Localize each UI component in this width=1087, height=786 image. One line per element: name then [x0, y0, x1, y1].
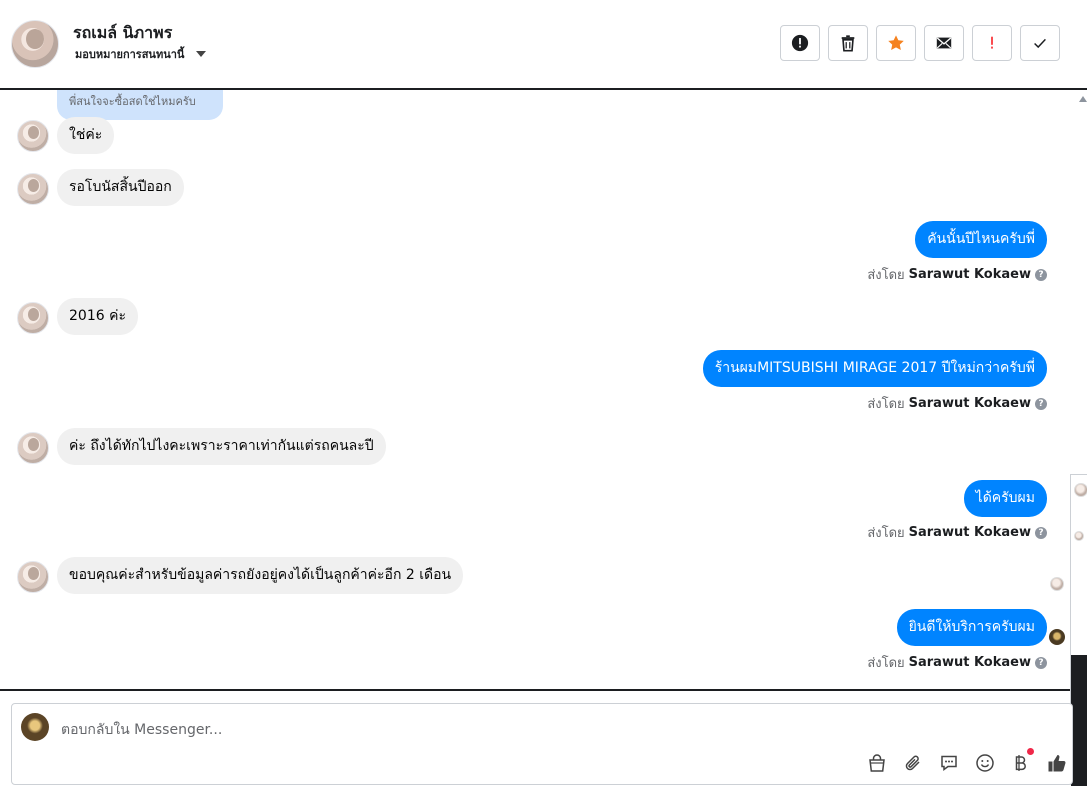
sender-name: Sarawut Kokaew	[908, 396, 1031, 411]
sent-by-prefix: ส่งโดย	[867, 268, 905, 283]
sender-avatar	[17, 120, 49, 152]
incoming-message: รอโบนัสสิ้นปีออก	[57, 169, 184, 206]
sender-avatar	[17, 173, 49, 205]
sent-by-line: ส่งโดย Sarawut Kokaew ?	[867, 652, 1047, 673]
trash-icon	[841, 35, 855, 52]
sender-avatar	[17, 561, 49, 593]
peek-avatar	[1074, 483, 1087, 497]
message-thread[interactable]: พี่สนใจจะซื้อสดใช่ไหมครับ ใช่ค่ะ รอโบนัส…	[0, 88, 1087, 691]
emoji-icon	[976, 754, 994, 772]
header-actions	[780, 25, 1060, 61]
seen-avatar	[1050, 577, 1064, 591]
baht-icon	[1015, 755, 1026, 771]
chat-bubble-icon	[941, 755, 957, 771]
saved-replies-button[interactable]	[938, 752, 960, 774]
help-icon[interactable]: ?	[1035, 397, 1047, 410]
composer-tools	[866, 748, 1068, 774]
paperclip-icon	[905, 755, 920, 771]
sent-by-prefix: ส่งโดย	[867, 397, 905, 412]
outgoing-message: ยินดีให้บริการครับผม	[896, 609, 1047, 646]
outgoing-message: ได้ครับผม	[963, 480, 1047, 517]
mail-icon	[936, 37, 952, 49]
shop-icon	[869, 754, 885, 772]
help-icon[interactable]: ?	[1035, 268, 1047, 281]
outgoing-message: ร้านผมMITSUBISHI MIRAGE 2017 ปีใหม่กว่าค…	[702, 350, 1047, 387]
star-button[interactable]	[876, 25, 916, 61]
important-icon	[991, 36, 993, 49]
reply-input[interactable]: ตอบกลับใน Messenger...	[61, 719, 222, 741]
incoming-message: ค่ะ ถึงได้ทักไปไงคะเพราะราคาเท่ากันแต่รถ…	[57, 428, 386, 465]
incoming-message: ขอบคุณค่ะสำหรับข้อมูลค่ารถยังอยู่คงได้เป…	[57, 557, 464, 594]
contact-name[interactable]: รถเมล์ นิภาพร	[73, 21, 172, 46]
notification-dot	[1027, 748, 1034, 755]
star-icon	[888, 35, 904, 51]
important-button[interactable]	[972, 25, 1012, 61]
assign-dropdown[interactable]: มอบหมายการสนทนานี้	[75, 45, 207, 63]
like-button[interactable]	[1046, 752, 1068, 774]
incoming-message: 2016 ค่ะ	[57, 298, 138, 335]
outgoing-message: คันนั้นปีไหนครับพี่	[915, 221, 1047, 258]
sender-name: Sarawut Kokaew	[908, 655, 1031, 670]
sent-by-prefix: ส่งโดย	[867, 526, 905, 541]
read-receipt-avatar	[1049, 629, 1065, 645]
help-icon[interactable]: ?	[1035, 526, 1047, 539]
sender-avatar	[17, 302, 49, 334]
mark-done-button[interactable]	[1020, 25, 1060, 61]
contact-avatar[interactable]	[11, 20, 59, 68]
emoji-button[interactable]	[974, 752, 996, 774]
shop-button[interactable]	[866, 752, 888, 774]
thumbs-up-icon	[1048, 755, 1066, 772]
incoming-message: ใช่ค่ะ	[57, 117, 115, 154]
conversation-header: รถเมล์ นิภาพร มอบหมายการสนทนานี้	[0, 0, 1087, 88]
sender-name: Sarawut Kokaew	[908, 525, 1031, 540]
payment-button[interactable]	[1010, 748, 1034, 774]
sent-by-line: ส่งโดย Sarawut Kokaew ?	[867, 522, 1047, 543]
sender-avatar	[17, 432, 49, 464]
attach-button[interactable]	[902, 752, 924, 774]
report-button[interactable]	[780, 25, 820, 61]
peek-avatar	[1074, 531, 1084, 541]
sender-name: Sarawut Kokaew	[908, 267, 1031, 282]
peek-dark-block	[1071, 655, 1087, 786]
sent-by-line: ส่งโดย Sarawut Kokaew ?	[867, 264, 1047, 285]
help-icon[interactable]: ?	[1035, 656, 1047, 669]
sent-by-prefix: ส่งโดย	[867, 656, 905, 671]
quoted-reply: พี่สนใจจะซื้อสดใช่ไหมครับ	[57, 90, 223, 120]
check-icon	[1034, 38, 1046, 49]
delete-button[interactable]	[828, 25, 868, 61]
assign-label: มอบหมายการสนทนานี้	[75, 48, 185, 61]
caret-down-icon	[196, 51, 207, 57]
my-avatar	[21, 713, 49, 741]
reply-composer: ตอบกลับใน Messenger...	[11, 703, 1073, 785]
scroll-up-arrow-icon[interactable]	[1079, 96, 1087, 102]
mark-unread-button[interactable]	[924, 25, 964, 61]
report-icon	[791, 34, 809, 52]
sent-by-line: ส่งโดย Sarawut Kokaew ?	[867, 393, 1047, 414]
